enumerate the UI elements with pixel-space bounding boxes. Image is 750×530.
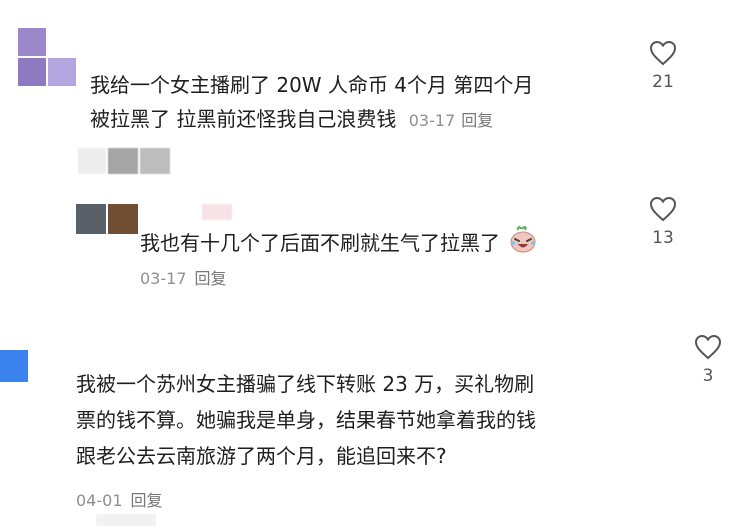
comment-line: 票的钱不算。她骗我是单身，结果春节她拿着我的钱 [76,408,536,432]
heart-icon [694,334,722,360]
comment-date: 03-17 [408,111,456,130]
like-count: 21 [652,72,674,92]
reply-text: 我也有十几个了后面不刷就生气了拉黑了 [140,224,538,264]
reply-date: 03-17 [140,269,187,288]
comment-meta: 03-17 回复 [409,111,494,130]
reply-meta: 03-17 回复 [140,265,227,289]
like-count: 3 [702,366,714,386]
comment-line: 我给一个女主播刷了 20W 人命币 4个月 第四个月 [90,73,534,97]
avatar[interactable] [0,350,28,382]
comment-text: 我给一个女主播刷了 20W 人命币 4个月 第四个月 被拉黑了 拉黑前还怪我自己… [90,68,533,138]
comment-line-text: 被拉黑了 拉黑前还怪我自己浪费钱 [90,107,397,131]
comment-meta: 04-01 回复 [76,487,163,511]
like-button[interactable]: 21 [643,40,683,92]
reply-button[interactable]: 回复 [195,269,227,288]
reply-button[interactable]: 回复 [131,491,163,510]
heart-icon [649,196,677,222]
username-blurred [202,204,232,220]
comment-line: 我被一个苏州女主播骗了线下转账 23 万，买礼物刷 [76,372,535,396]
username-blurred [96,514,156,526]
like-button[interactable]: 13 [643,196,683,248]
reply-text-content: 我也有十几个了后面不刷就生气了拉黑了 [140,231,500,255]
like-button[interactable]: 3 [688,334,728,386]
comment-date: 04-01 [76,491,123,510]
crying-laughing-emoji-icon [508,224,538,264]
avatar[interactable] [18,28,78,88]
username-blurred [78,148,170,174]
reply-avatar[interactable] [76,204,140,234]
comment-line: 被拉黑了 拉黑前还怪我自己浪费钱 03-17 回复 [90,102,533,138]
like-count: 13 [652,228,674,248]
reply-button[interactable]: 回复 [461,111,493,130]
heart-icon [649,40,677,66]
comment-text: 我被一个苏州女主播骗了线下转账 23 万，买礼物刷 票的钱不算。她骗我是单身，结… [76,366,536,474]
comment-line: 跟老公去云南旅游了两个月，能追回来不? [76,444,447,468]
